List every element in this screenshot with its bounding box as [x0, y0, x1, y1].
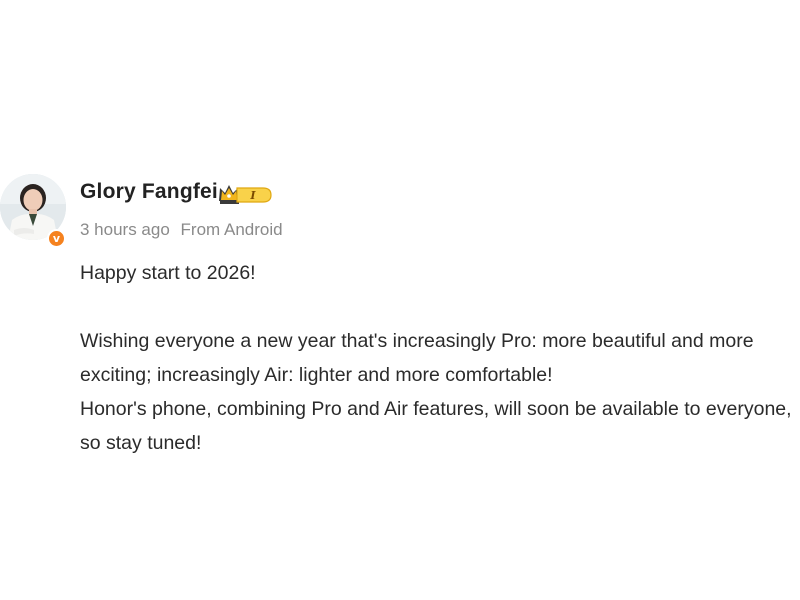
post-greeting: Happy start to 2026!	[80, 262, 256, 284]
post-announcement: Honor's phone, combining Pro and Air fea…	[80, 398, 792, 454]
post-content: Happy start to 2026! Wishing everyone a …	[80, 256, 796, 460]
post-meta: 3 hours ago From Android	[80, 220, 283, 240]
verified-badge-icon: v	[47, 229, 66, 248]
avatar-container[interactable]: v	[0, 174, 66, 248]
post-time[interactable]: 3 hours ago	[80, 220, 170, 239]
level-text: I	[249, 189, 256, 202]
post-source: From Android	[180, 220, 283, 239]
crown-level-icon: I	[219, 185, 272, 204]
vip-level-badge[interactable]: I	[217, 182, 273, 206]
post-wish: Wishing everyone a new year that's incre…	[80, 330, 754, 386]
username[interactable]: Glory Fangfei	[80, 180, 218, 204]
